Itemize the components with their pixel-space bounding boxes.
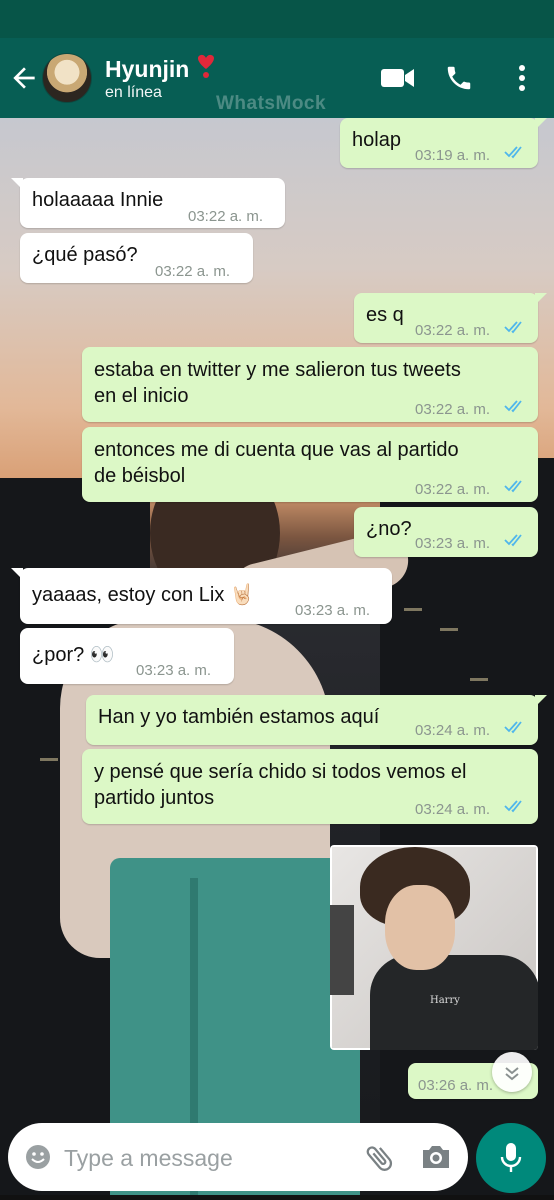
message-time: 03:22 a. m. (415, 322, 491, 339)
contact-status: en línea (105, 84, 162, 101)
message-bubble-outgoing[interactable]: estaba en twitter y me salieron tus twee… (82, 347, 538, 422)
message-bubble-outgoing[interactable]: ¿no? 03:23 a. m. (354, 507, 538, 557)
back-arrow-icon[interactable] (8, 62, 40, 94)
double-check-icon (504, 321, 522, 334)
message-text: ¿qué pasó? (32, 244, 138, 266)
message-time: 03:26 a. m. (418, 1077, 494, 1094)
double-check-icon (504, 534, 522, 547)
scroll-down-button[interactable] (492, 1052, 532, 1092)
heart-exclamation-icon (198, 54, 214, 78)
message-time: 03:19 a. m. (415, 147, 491, 164)
chat-header: Hyunjin en línea WhatsMock (0, 38, 554, 118)
message-text: entonces me di cuenta que vas al partido… (94, 439, 459, 487)
double-check-icon (504, 480, 522, 493)
message-time: 03:23 a. m. (136, 662, 212, 679)
message-time: 03:22 a. m. (188, 208, 264, 225)
message-bubble-incoming[interactable]: ¿qué pasó? 03:22 a. m. (20, 233, 253, 283)
message-image[interactable]: Harry (330, 845, 538, 1050)
message-text: holaaaaa Innie (32, 189, 164, 211)
emoji-icon[interactable] (24, 1143, 52, 1171)
message-bubble-outgoing[interactable]: entonces me di cuenta que vas al partido… (82, 427, 538, 502)
message-time: 03:22 a. m. (415, 401, 491, 418)
message-bubble-outgoing[interactable]: es q 03:22 a. m. (354, 293, 547, 343)
message-bubble-outgoing[interactable]: holap 03:19 a. m. (340, 118, 547, 168)
message-text: yaaaas, estoy con Lix 🤘🏻 (32, 584, 255, 606)
status-bar (0, 0, 554, 38)
mic-icon (500, 1143, 522, 1172)
message-bubble-outgoing[interactable]: Han y yo también estamos aquí 03:24 a. m… (86, 695, 547, 745)
double-check-icon (504, 146, 522, 159)
more-options-icon[interactable] (512, 63, 532, 93)
message-composer: Type a message (8, 1123, 468, 1191)
message-time: 03:22 a. m. (155, 263, 231, 280)
message-time: 03:24 a. m. (415, 722, 491, 739)
phone-call-icon[interactable] (444, 63, 474, 93)
message-time: 03:23 a. m. (295, 602, 371, 619)
double-check-icon (504, 400, 522, 413)
message-text: es q (366, 304, 404, 326)
scroll-down-icon (505, 1067, 519, 1081)
watermark: WhatsMock (216, 93, 327, 114)
message-bubble-incoming[interactable]: ¿por? 👀 03:23 a. m. (20, 628, 234, 684)
message-time: 03:22 a. m. (415, 481, 491, 498)
contact-name[interactable]: Hyunjin (105, 56, 189, 83)
double-check-icon (504, 721, 522, 734)
message-bubble-outgoing[interactable]: y pensé que sería chido si todos vemos e… (82, 749, 538, 824)
video-call-icon[interactable] (380, 63, 416, 93)
message-text: holap (352, 129, 401, 151)
avatar[interactable] (42, 53, 92, 103)
mic-button[interactable] (476, 1123, 546, 1193)
message-bubble-incoming[interactable]: yaaaas, estoy con Lix 🤘🏻 03:23 a. m. (11, 568, 392, 624)
message-text: Han y yo también estamos aquí (98, 706, 380, 728)
message-text: ¿por? 👀 (32, 644, 115, 666)
message-text: ¿no? (366, 518, 412, 540)
message-text: y pensé que sería chido si todos vemos e… (94, 761, 467, 809)
message-time: 03:23 a. m. (415, 535, 491, 552)
double-check-icon (504, 800, 522, 813)
nav-bar (0, 1195, 554, 1200)
message-time: 03:24 a. m. (415, 801, 491, 818)
message-input[interactable]: Type a message (64, 1145, 233, 1172)
attach-icon[interactable] (363, 1141, 397, 1175)
camera-icon[interactable] (420, 1143, 452, 1171)
message-bubble-incoming[interactable]: holaaaaa Innie 03:22 a. m. (11, 178, 285, 228)
message-text: estaba en twitter y me salieron tus twee… (94, 359, 461, 407)
